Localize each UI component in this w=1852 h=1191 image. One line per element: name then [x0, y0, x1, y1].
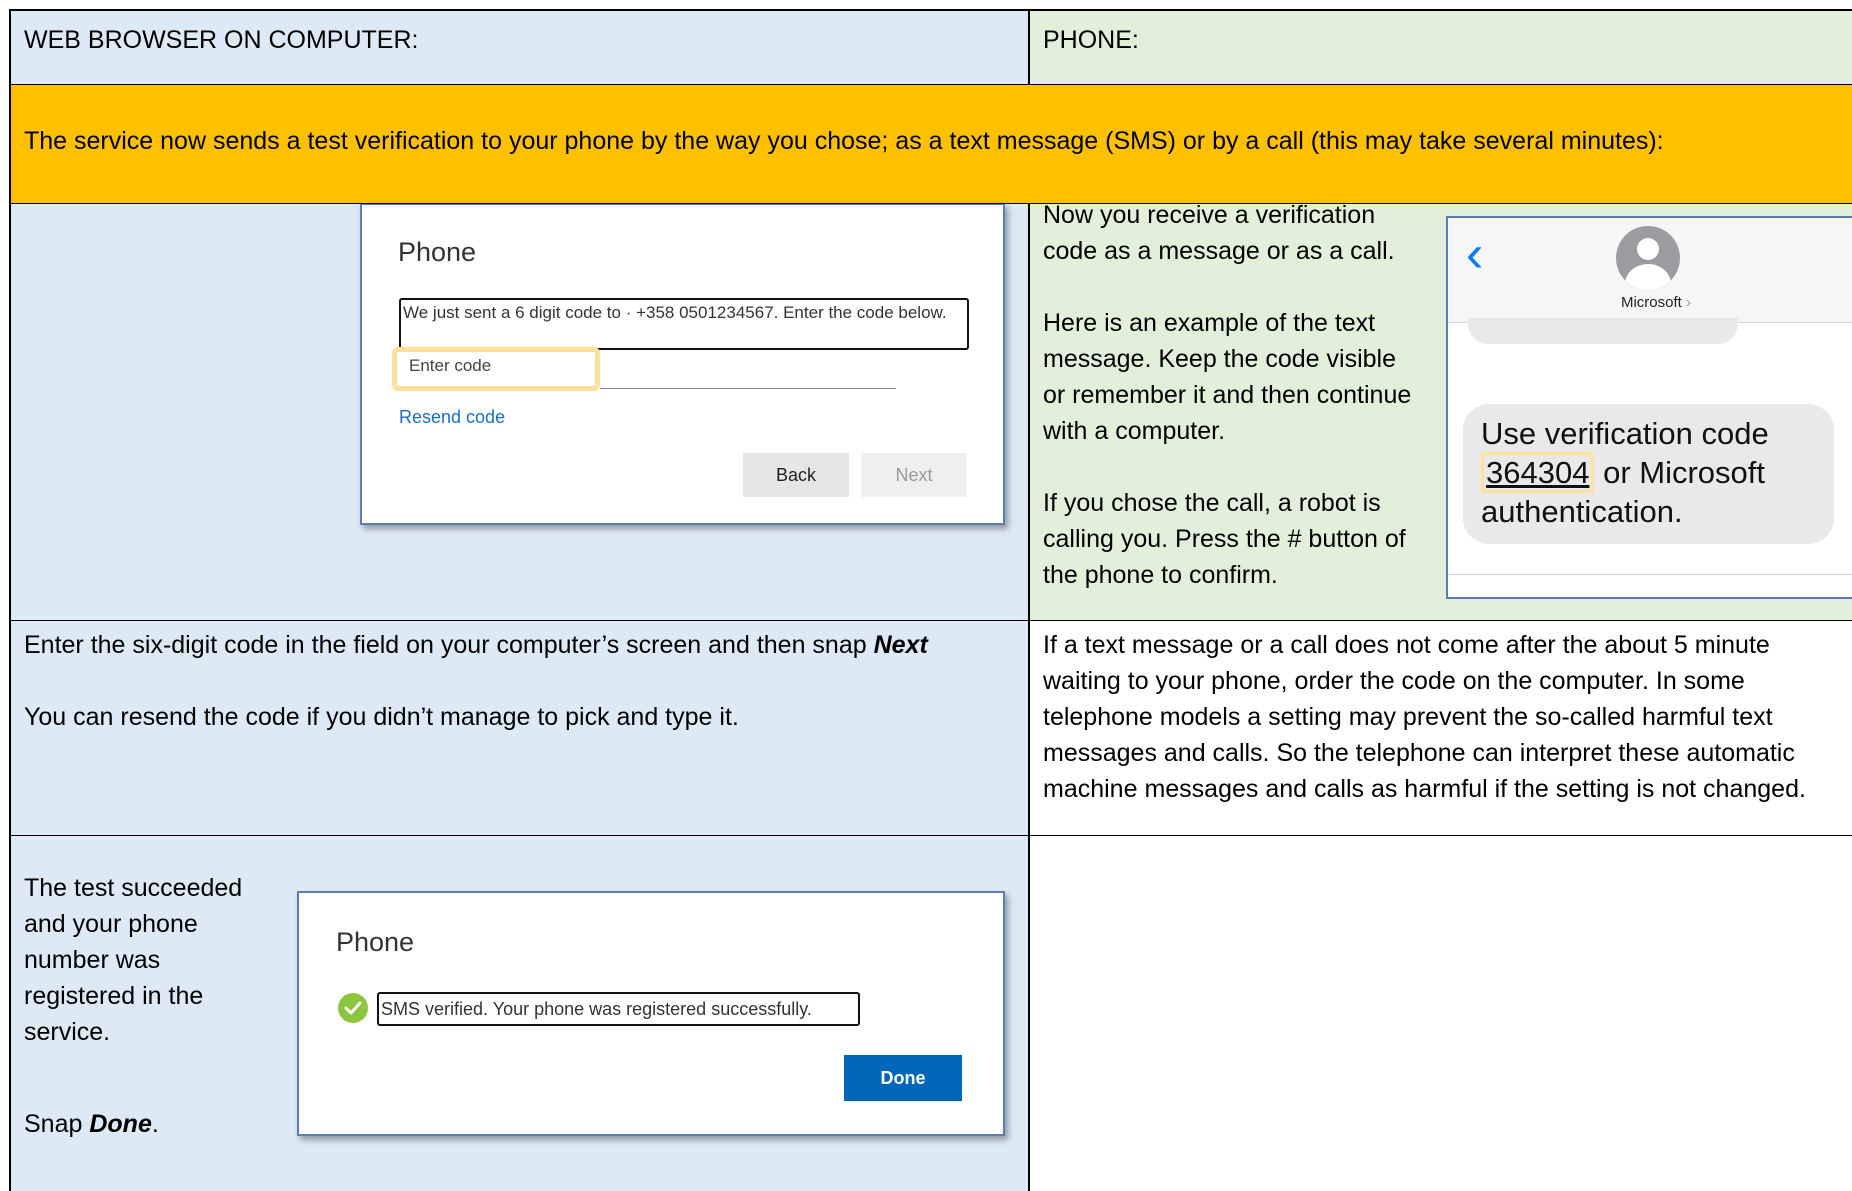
sender-name: Microsoft › [1620, 294, 1691, 311]
resend-code-link[interactable]: Resend code [399, 407, 505, 428]
table-divider-col [1028, 203, 1030, 1191]
dialog-title: Phone [336, 927, 415, 957]
code-input[interactable]: Enter code [392, 347, 600, 391]
next-emphasis: Next [873, 631, 928, 659]
code-input-placeholder: Enter code [409, 356, 492, 375]
table-divider-row [9, 835, 1852, 836]
phone-tip-text: If a text message or a call does not com… [1043, 631, 1806, 803]
example-text: Here is an example of the text message. … [1043, 309, 1412, 445]
done-emphasis: Done [89, 1110, 152, 1138]
sent-code-message: We just sent a 6 digit code to · +358 05… [399, 298, 969, 350]
avatar-icon [1616, 226, 1680, 290]
enter-code-instruction: Enter the six-digit code in the field on… [24, 631, 928, 659]
check-icon [338, 993, 368, 1023]
table-divider-row [9, 203, 1852, 204]
table-divider-row [9, 620, 1852, 621]
phone-header-label: PHONE: [1043, 26, 1139, 54]
phone-instructions: Now you receive a verification code as a… [1043, 197, 1413, 593]
verify-code-dialog: Phone We just sent a 6 digit code to · +… [360, 203, 1005, 525]
sender-chevron-icon: › [1686, 294, 1691, 311]
sms-bubble: Use verification code 364304 or Microsof… [1463, 404, 1834, 544]
test-succeeded-text: The test succeeded and your phone number… [24, 874, 243, 1046]
next-button[interactable]: Next [861, 453, 967, 497]
bottom-divider [1448, 574, 1852, 575]
table-divider-col [1028, 9, 1030, 84]
computer-column-header: WEB BROWSER ON COMPUTER: [10, 10, 1028, 84]
sms-header: ‹ Microsoft › [1448, 218, 1852, 323]
verified-dialog: Phone SMS verified. Your phone was regis… [297, 891, 1005, 1136]
step2-computer-cell: Enter the six-digit code in the field on… [10, 621, 1028, 835]
table-border-top [9, 9, 1852, 11]
verification-code: 364304 [1481, 452, 1595, 493]
verified-message: SMS verified. Your phone was registered … [377, 992, 860, 1026]
done-button[interactable]: Done [844, 1055, 962, 1101]
table-divider-row [9, 84, 1852, 85]
step2-phone-cell: If a text message or a call does not com… [1029, 621, 1852, 835]
snap-done-text: Snap Done. [24, 1110, 159, 1138]
phone-column-header: PHONE: [1029, 10, 1852, 84]
step3-phone-cell [1029, 836, 1852, 1191]
instruction-banner: The service now sends a test verificatio… [10, 85, 1852, 203]
back-chevron-icon: ‹ [1466, 225, 1484, 283]
banner-text: The service now sends a test verificatio… [24, 127, 1664, 155]
table-border-left [9, 9, 11, 1191]
previous-bubble [1468, 318, 1738, 344]
sms-screenshot: ‹ Microsoft › Use verification code 3643… [1446, 216, 1852, 599]
computer-header-label: WEB BROWSER ON COMPUTER: [24, 26, 419, 54]
robot-call-text: If you chose the call, a robot is callin… [1043, 489, 1406, 589]
code-input-underline [600, 388, 896, 389]
receive-code-text: Now you receive a verification code as a… [1043, 201, 1395, 265]
dialog-title: Phone [398, 237, 477, 267]
resend-instruction: You can resend the code if you didn’t ma… [24, 703, 739, 731]
back-button[interactable]: Back [743, 453, 849, 497]
